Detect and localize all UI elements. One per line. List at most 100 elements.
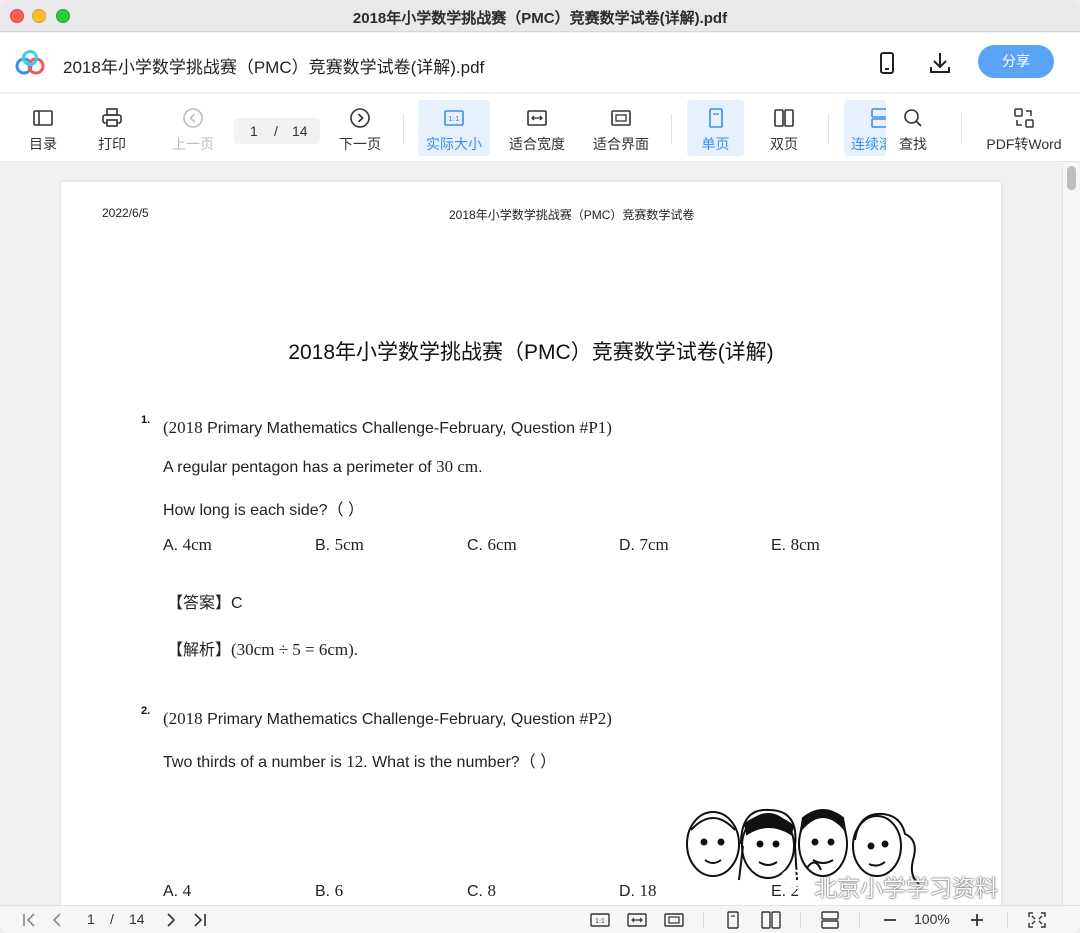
- option-label: D.: [619, 537, 640, 554]
- actual-size-icon[interactable]: 1:1: [590, 911, 610, 929]
- option-value: 4: [182, 881, 192, 900]
- option-label: D.: [619, 883, 640, 900]
- toolbar-divider: [961, 114, 962, 144]
- answer-option: B. 5cm: [315, 535, 364, 555]
- fit-page-button[interactable]: 适合界面: [588, 100, 654, 156]
- single-page-button[interactable]: 单页: [687, 100, 744, 156]
- source-year: (2018: [163, 418, 203, 437]
- option-value: 5cm: [334, 535, 364, 554]
- double-page-icon[interactable]: [761, 911, 781, 929]
- baidu-netdisk-logo-icon: [15, 50, 45, 75]
- answer-value: C: [231, 595, 243, 612]
- pdf-to-word-button[interactable]: PDF转Word: [982, 100, 1066, 156]
- single-page-icon[interactable]: [723, 911, 743, 929]
- toolbar-divider: [671, 114, 672, 144]
- question-math: 30 cm: [436, 457, 479, 476]
- question-text: A regular pentagon has a perimeter of 30…: [163, 457, 483, 477]
- fit-page-icon[interactable]: [664, 911, 684, 929]
- answer-option: C. 8: [467, 881, 496, 901]
- download-icon[interactable]: [926, 49, 954, 77]
- option-value: 6cm: [487, 535, 517, 554]
- question-text-part: . What is the number?（ ）: [363, 754, 557, 771]
- viewer-toolbar: 目录 打印 上一页 1 / 14 下一页 1:1 实际大小 适合宽度 适合界面 …: [0, 94, 1080, 162]
- window-title: 2018年小学数学挑战赛（PMC）竞赛数学试卷(详解).pdf: [352, 10, 728, 27]
- app-header: 2018年小学数学挑战赛（PMC）竞赛数学试卷(详解).pdf 分享: [0, 33, 1080, 93]
- last-page-icon[interactable]: [189, 911, 209, 929]
- wechat-icon: [781, 869, 809, 890]
- actual-size-button[interactable]: 1:1 实际大小: [418, 100, 490, 156]
- actual-size-icon: 1:1: [444, 110, 464, 126]
- double-page-icon: [774, 109, 794, 127]
- option-label: E.: [771, 537, 791, 554]
- printer-icon: [102, 108, 122, 127]
- mobile-phone-icon[interactable]: [873, 49, 901, 77]
- option-value: 6: [334, 881, 344, 900]
- chevron-left-icon[interactable]: [48, 911, 68, 929]
- status-divider: [1007, 912, 1008, 928]
- chevron-right-icon[interactable]: [161, 911, 181, 929]
- continuous-scroll-button[interactable]: 连续滚: [844, 100, 886, 156]
- fit-width-icon: [527, 110, 547, 126]
- option-label: C.: [467, 537, 488, 554]
- prev-page-button[interactable]: 上一页: [166, 100, 220, 156]
- answer-option: E. 8cm: [771, 535, 820, 555]
- zoom-out-icon[interactable]: [880, 911, 900, 929]
- page-number-input[interactable]: 1 / 14: [234, 118, 320, 144]
- single-page-label: 单页: [701, 136, 730, 152]
- print-label: 打印: [98, 136, 126, 152]
- question-number: 2.: [141, 705, 151, 717]
- option-value: 18: [639, 881, 657, 900]
- svg-text:1:1: 1:1: [595, 918, 605, 925]
- next-page-label: 下一页: [339, 136, 381, 152]
- double-page-button[interactable]: 双页: [757, 100, 811, 156]
- option-label: A.: [163, 537, 183, 554]
- question-text-part: A regular pentagon has a perimeter of: [163, 459, 437, 476]
- answer-option: C. 6cm: [467, 535, 517, 555]
- continuous-scroll-icon: [871, 108, 886, 128]
- status-bar: 1 / 14 1:1 100%: [0, 905, 1080, 933]
- fit-width-button[interactable]: 适合宽度: [504, 100, 570, 156]
- answer-label: 【答案】: [167, 595, 232, 612]
- print-date: 2022/6/5: [102, 206, 149, 220]
- print-button[interactable]: 打印: [87, 100, 137, 156]
- next-page-button[interactable]: 下一页: [334, 100, 386, 156]
- analysis-label: 【解析】: [167, 642, 232, 659]
- find-label: 查找: [899, 136, 927, 152]
- question-text: Two thirds of a number is 12. What is th…: [163, 748, 556, 772]
- vertical-scrollbar[interactable]: [1062, 163, 1080, 905]
- zoom-level[interactable]: 100%: [914, 911, 950, 927]
- toc-label: 目录: [29, 136, 57, 152]
- fit-width-icon[interactable]: [627, 911, 647, 929]
- option-label: A.: [163, 883, 183, 900]
- continuous-scroll-icon[interactable]: [820, 911, 840, 929]
- actual-size-label: 实际大小: [426, 136, 482, 152]
- question-prompt: How long is each side?（ ）: [163, 502, 364, 519]
- pdf-page: 2022/6/5 2018年小学数学挑战赛（PMC）竞赛数学试卷 2018年小学…: [61, 182, 1001, 905]
- toc-button[interactable]: 目录: [18, 100, 68, 156]
- fullscreen-icon[interactable]: [1027, 911, 1047, 929]
- question-number: 1.: [141, 414, 151, 426]
- app-window: 2018年小学数学挑战赛（PMC）竞赛数学试卷(详解).pdf 2018年小学数…: [0, 0, 1080, 933]
- question-text-part: .: [478, 459, 483, 476]
- answer-option: A. 4cm: [163, 535, 212, 555]
- answer-option: D. 18: [619, 881, 656, 901]
- status-divider: [800, 912, 801, 928]
- scrollbar-thumb[interactable]: [1067, 166, 1076, 190]
- status-divider: [703, 912, 704, 928]
- answer-line: 【答案】C: [167, 589, 243, 613]
- prev-page-label: 上一页: [172, 136, 214, 152]
- share-button[interactable]: 分享: [978, 45, 1054, 78]
- page-title: 2018年小学数学挑战赛（PMC）竞赛数学试卷(详解): [288, 341, 774, 364]
- current-page: 1: [250, 123, 258, 139]
- zoom-in-icon[interactable]: [967, 911, 987, 929]
- option-value: 8cm: [790, 535, 820, 554]
- status-current-page[interactable]: 1: [87, 911, 95, 927]
- analysis-math: (30cm ÷ 5 = 6cm).: [231, 640, 359, 659]
- option-label: C.: [467, 883, 488, 900]
- first-page-icon[interactable]: [20, 911, 40, 929]
- chevron-left-circle-icon: [183, 108, 203, 128]
- answer-option: D. 7cm: [619, 535, 669, 555]
- document-viewport[interactable]: 2022/6/5 2018年小学数学挑战赛（PMC）竞赛数学试卷 2018年小学…: [0, 163, 1080, 905]
- sidebar-icon: [33, 110, 53, 126]
- find-button[interactable]: 查找: [890, 100, 936, 156]
